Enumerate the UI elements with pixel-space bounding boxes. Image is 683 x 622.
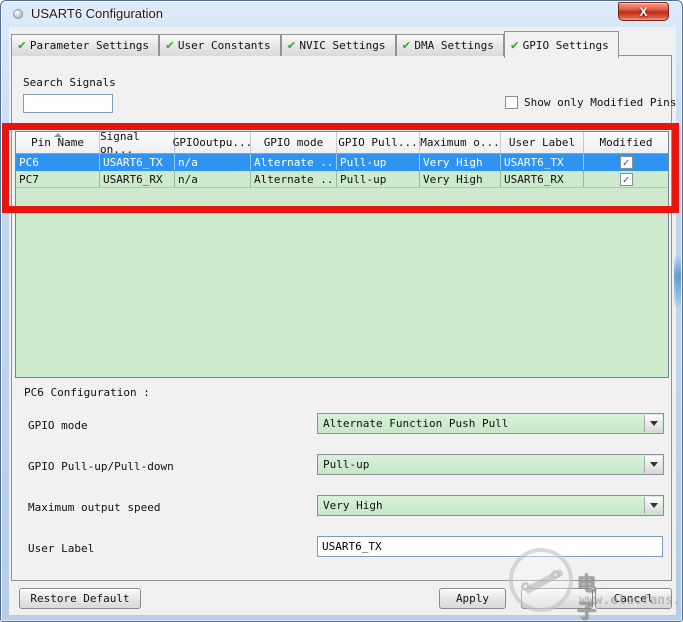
usart6-configuration-window: USART6 Configuration X ✔ Parameter Setti… <box>0 0 683 622</box>
app-icon <box>13 9 23 19</box>
column-header-modified[interactable]: Modified <box>584 132 668 153</box>
check-icon: ✔ <box>510 37 519 53</box>
tab-label: Parameter Settings <box>29 39 150 52</box>
dialog-content: ✔ Parameter Settings ✔ User Constants ✔ … <box>9 27 676 615</box>
cell-gpio-mode: Alternate ... <box>251 154 337 170</box>
column-header-gpio-pull[interactable]: GPIO Pull... <box>337 132 420 153</box>
cell-pin-name: PC7 <box>16 171 100 187</box>
chevron-down-icon[interactable] <box>644 497 662 514</box>
restore-default-button[interactable]: Restore Default <box>19 588 141 609</box>
tab-label: GPIO Settings <box>522 38 609 52</box>
cell-max-speed: Very High <box>420 171 501 187</box>
user-label-label: User Label <box>28 542 95 555</box>
check-icon: ✔ <box>18 38 26 53</box>
table-header-row: Pin Name Signal on... GPIOoutpu... GPIO … <box>16 132 668 156</box>
title-bar[interactable]: USART6 Configuration X <box>1 1 682 27</box>
cell-signal: USART6_RX <box>100 171 175 187</box>
column-header-signal[interactable]: Signal on... <box>100 132 175 156</box>
user-label-input[interactable] <box>317 536 663 557</box>
tab-user-constants[interactable]: ✔ User Constants <box>159 34 281 56</box>
apply-button[interactable]: Apply <box>439 588 506 609</box>
cell-pin-name: PC6 <box>16 154 100 170</box>
search-signals-input[interactable] <box>23 94 113 113</box>
table-row-pc6[interactable]: PC6 USART6_TX n/a Alternate ... Pull-up … <box>16 154 668 171</box>
dropdown-value: Pull-up <box>323 458 370 471</box>
chevron-down-icon[interactable] <box>644 415 662 432</box>
modified-checkbox[interactable] <box>619 155 633 169</box>
show-only-modified-label: Show only Modified Pins <box>524 96 677 109</box>
tab-label: DMA Settings <box>414 39 494 52</box>
cell-user-label: USART6_RX <box>501 171 584 187</box>
tab-bar: ✔ Parameter Settings ✔ User Constants ✔ … <box>11 31 619 58</box>
column-header-pin-name[interactable]: Pin Name <box>16 132 100 153</box>
gpio-pull-label: GPIO Pull-up/Pull-down <box>28 460 174 473</box>
pc6-configuration-title: PC6 Configuration : <box>24 386 150 399</box>
gpio-pull-dropdown[interactable]: Pull-up <box>317 454 664 475</box>
max-output-speed-dropdown[interactable]: Very High <box>317 495 664 516</box>
cell-user-label: USART6_TX <box>501 154 584 170</box>
pin-table: Pin Name Signal on... GPIOoutpu... GPIO … <box>15 131 669 378</box>
sort-ascending-icon <box>53 133 62 137</box>
ok-button[interactable] <box>521 588 593 609</box>
max-output-speed-label: Maximum output speed <box>28 501 161 514</box>
tab-label: NVIC Settings <box>299 39 386 52</box>
search-signals-label: Search Signals <box>23 76 116 89</box>
tab-dma-settings[interactable]: ✔ DMA Settings <box>395 34 504 56</box>
dropdown-value: Alternate Function Push Pull <box>323 417 509 430</box>
cell-gpio-mode: Alternate ... <box>251 171 337 187</box>
close-icon: X <box>639 4 648 19</box>
cell-signal: USART6_TX <box>100 154 175 170</box>
check-icon: ✔ <box>287 38 296 53</box>
cell-modified <box>584 171 668 187</box>
tab-gpio-settings[interactable]: ✔ GPIO Settings <box>503 31 619 58</box>
window-title: USART6 Configuration <box>31 6 163 21</box>
tab-parameter-settings[interactable]: ✔ Parameter Settings <box>11 34 160 56</box>
column-header-gpio-mode[interactable]: GPIO mode <box>251 132 337 153</box>
gpio-settings-panel: Search Signals Show only Modified Pins P… <box>11 55 676 581</box>
tab-nvic-settings[interactable]: ✔ NVIC Settings <box>280 34 396 56</box>
cell-modified <box>584 154 668 170</box>
cell-max-speed: Very High <box>420 154 501 170</box>
border-reflection <box>674 254 681 309</box>
modified-checkbox[interactable] <box>619 172 633 186</box>
cell-gpio-pull: Pull-up <box>337 154 420 170</box>
cancel-button[interactable]: Cancel <box>595 588 672 609</box>
dropdown-value: Very High <box>323 499 383 512</box>
chevron-down-icon[interactable] <box>644 456 662 473</box>
column-header-gpio-output[interactable]: GPIOoutpu... <box>173 132 252 153</box>
close-button[interactable]: X <box>618 2 669 21</box>
check-icon: ✔ <box>402 38 411 53</box>
check-icon: ✔ <box>166 38 174 53</box>
cell-gpio-pull: Pull-up <box>337 171 420 187</box>
show-only-modified-pins[interactable]: Show only Modified Pins <box>505 96 676 109</box>
column-header-max-speed[interactable]: Maximum o... <box>420 132 501 153</box>
cell-gpio-output: n/a <box>175 154 251 170</box>
gpio-mode-label: GPIO mode <box>28 419 88 432</box>
tab-label: User Constants <box>177 39 271 52</box>
show-only-modified-checkbox[interactable] <box>505 96 518 109</box>
table-row-pc7[interactable]: PC7 USART6_RX n/a Alternate ... Pull-up … <box>16 171 668 188</box>
gpio-mode-dropdown[interactable]: Alternate Function Push Pull <box>317 413 664 434</box>
cell-gpio-output: n/a <box>175 171 251 187</box>
column-header-user-label[interactable]: User Label <box>501 132 584 153</box>
